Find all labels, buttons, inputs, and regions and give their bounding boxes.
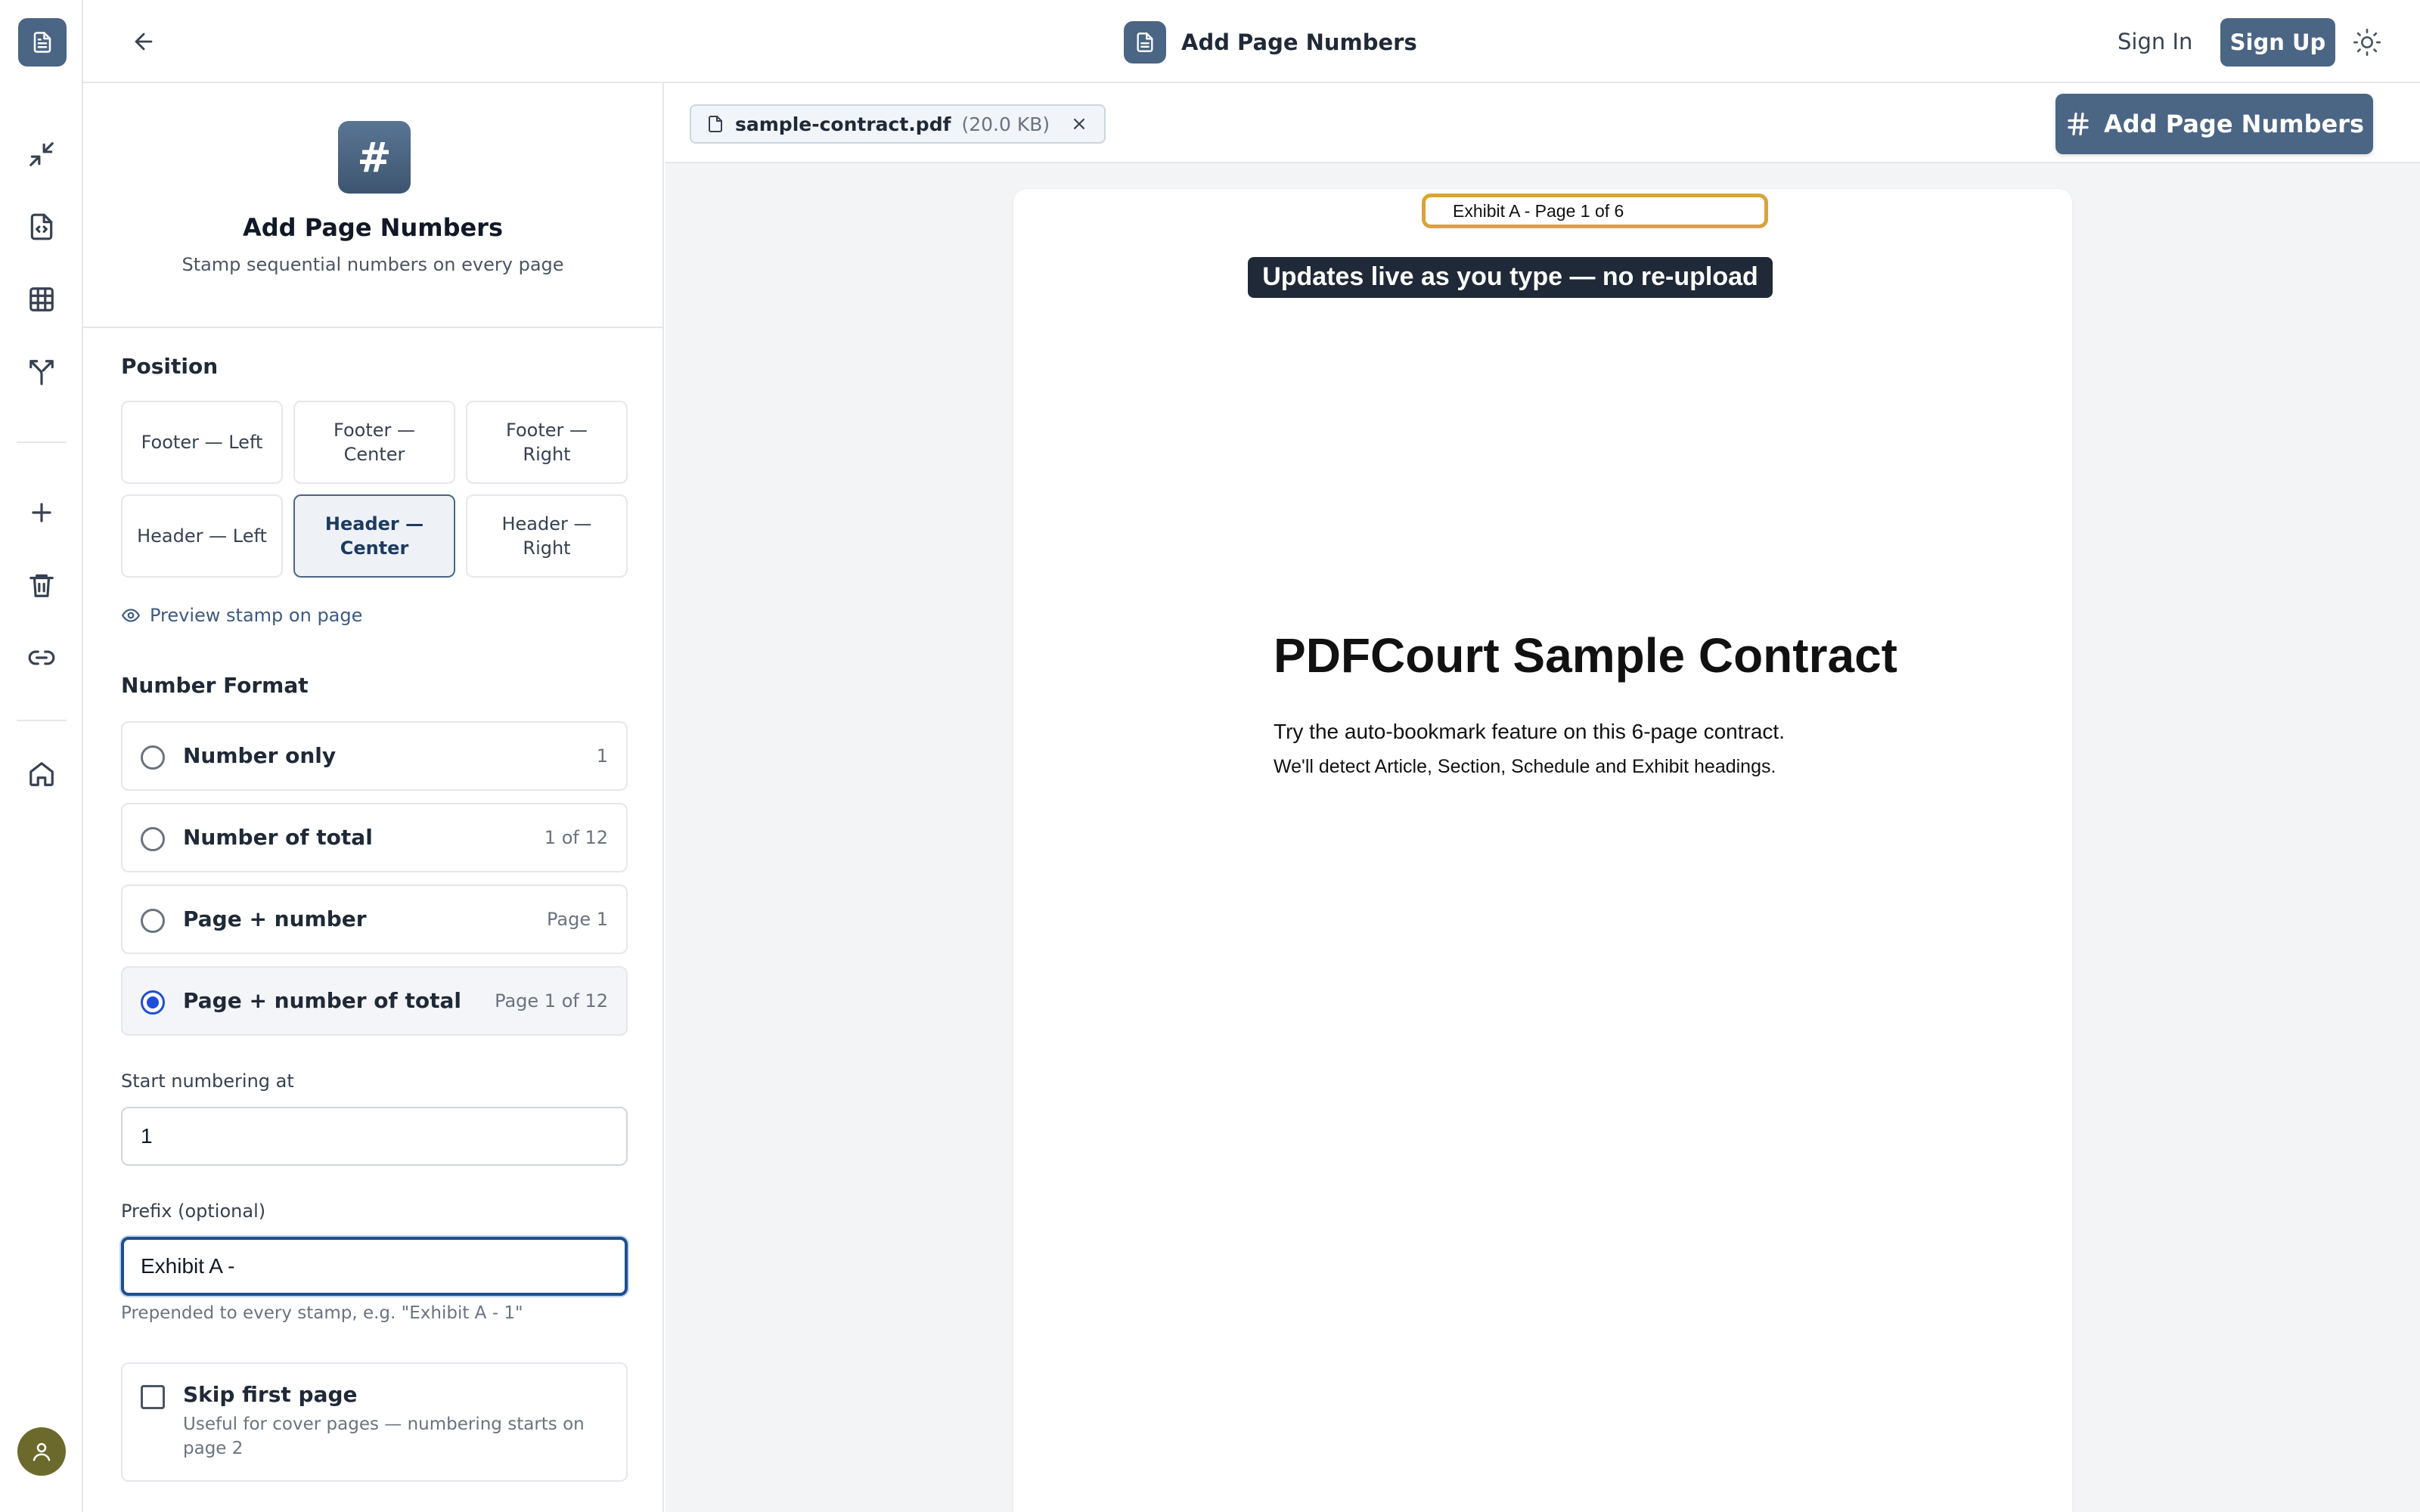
position-footer-center[interactable]: Footer — Center [293, 401, 455, 484]
eye-icon [122, 609, 140, 622]
pdf-page-preview: Exhibit A - Page 1 of 6 Updates live as … [1013, 189, 2072, 1512]
close-icon[interactable]: × [1071, 113, 1087, 135]
format-option-page-number-of-total[interactable]: Page + number of total Page 1 of 12 [121, 966, 628, 1036]
format-option-example: Page 1 of 12 [495, 990, 608, 1012]
document-text-line: We'll detect Article, Section, Schedule … [1274, 756, 1776, 777]
panel-subtitle: Stamp sequential numbers on every page [182, 254, 564, 275]
home-icon [29, 762, 54, 786]
file-size: (20.0 KB) [961, 113, 1050, 135]
document-title: PDFCourt Sample Contract [1274, 628, 1897, 683]
file-bar: sample-contract.pdf (20.0 KB) × Add Page… [666, 83, 2420, 163]
prefix-help-text: Prepended to every stamp, e.g. "Exhibit … [121, 1303, 523, 1323]
user-icon [33, 1442, 51, 1461]
position-footer-left[interactable]: Footer — Left [121, 401, 283, 484]
format-option-number-only[interactable]: Number only 1 [121, 721, 628, 791]
back-button[interactable] [126, 23, 162, 60]
radio-button[interactable] [141, 745, 165, 770]
add-page-numbers-label: Add Page Numbers [2104, 110, 2364, 138]
preview-stamp-link[interactable]: Preview stamp on page [121, 602, 362, 629]
live-update-tooltip: Updates live as you type — no re-upload [1248, 257, 1773, 298]
prefix-label: Prefix (optional) [121, 1201, 266, 1222]
format-option-page-number[interactable]: Page + number Page 1 [121, 885, 628, 954]
file-code-icon [30, 213, 53, 240]
rail-compress-button[interactable] [23, 136, 60, 172]
number-format-label: Number Format [121, 673, 309, 698]
hash-icon: # [338, 121, 411, 194]
rail-home-button[interactable] [23, 756, 60, 792]
start-number-label: Start numbering at [121, 1070, 294, 1092]
theme-toggle-button[interactable] [2347, 23, 2387, 62]
file-name: sample-contract.pdf [735, 113, 951, 135]
arrow-left-icon [135, 33, 153, 51]
add-page-numbers-button[interactable]: Add Page Numbers [2055, 94, 2373, 154]
rail-divider [17, 720, 67, 721]
table-icon [29, 287, 54, 311]
format-option-label: Page + number of total [183, 988, 461, 1013]
format-option-label: Number of total [183, 825, 373, 850]
plus-icon [32, 503, 51, 522]
sun-icon [2353, 29, 2381, 56]
sign-up-button[interactable]: Sign Up [2220, 18, 2335, 67]
app-logo[interactable] [18, 18, 67, 67]
preview-stamp-label: Preview stamp on page [150, 605, 363, 626]
start-number-input[interactable] [121, 1107, 628, 1166]
panel-header: # Add Page Numbers Stamp sequential numb… [83, 83, 662, 328]
document-text-line: Try the auto-bookmark feature on this 6-… [1274, 720, 1785, 743]
page-title-text: Add Page Numbers [1181, 29, 1417, 55]
file-text-icon [1137, 33, 1153, 52]
position-footer-right[interactable]: Footer — Right [466, 401, 628, 484]
rail-split-button[interactable] [23, 354, 60, 390]
hash-icon [2068, 112, 2089, 136]
skip-first-page-card[interactable]: Skip first page Useful for cover pages —… [121, 1362, 628, 1482]
left-rail [0, 0, 83, 1512]
prefix-input[interactable] [121, 1237, 628, 1296]
file-icon [709, 116, 722, 132]
radio-button[interactable] [141, 909, 165, 933]
compress-icon [29, 142, 54, 166]
page-number-stamp: Exhibit A - Page 1 of 6 [1422, 194, 1768, 228]
radio-button[interactable] [141, 827, 165, 851]
rail-link-button[interactable] [23, 640, 60, 676]
file-chip: sample-contract.pdf (20.0 KB) × [690, 104, 1106, 144]
trash-icon [29, 574, 54, 597]
top-bar: Add Page Numbers Sign In Sign Up [83, 0, 2420, 83]
position-header-left[interactable]: Header — Left [121, 494, 283, 578]
position-label: Position [121, 354, 219, 379]
rail-delete-button[interactable] [23, 567, 60, 603]
format-option-number-of-total[interactable]: Number of total 1 of 12 [121, 803, 628, 872]
rail-file-code-button[interactable] [23, 209, 60, 245]
settings-panel: # Add Page Numbers Stamp sequential numb… [83, 83, 664, 1512]
format-option-label: Number only [183, 743, 337, 768]
tool-icon-badge [1124, 21, 1166, 64]
position-grid: Footer — Left Footer — Center Footer — R… [121, 401, 628, 578]
panel-title: Add Page Numbers [243, 213, 503, 242]
sign-in-link[interactable]: Sign In [2118, 24, 2192, 59]
position-header-right[interactable]: Header — Right [466, 494, 628, 578]
rail-divider [17, 442, 67, 443]
skip-first-page-description: Useful for cover pages — numbering start… [183, 1414, 585, 1458]
avatar[interactable] [17, 1427, 66, 1476]
format-option-example: Page 1 [547, 909, 608, 930]
format-option-example: 1 of 12 [544, 827, 608, 848]
file-text-icon [33, 32, 51, 53]
preview-area: sample-contract.pdf (20.0 KB) × Add Page… [666, 83, 2420, 1512]
rail-table-button[interactable] [23, 281, 60, 318]
link-icon [28, 650, 55, 665]
position-header-center[interactable]: Header — Center [293, 494, 455, 578]
skip-first-page-checkbox[interactable] [141, 1385, 165, 1409]
format-option-label: Page + number [183, 906, 367, 931]
format-option-example: 1 [596, 745, 608, 767]
skip-first-page-label: Skip first page [183, 1382, 358, 1407]
radio-button-selected[interactable] [141, 990, 165, 1015]
split-icon [29, 360, 54, 386]
page-title: Add Page Numbers [1124, 21, 1417, 64]
rail-add-button[interactable] [23, 494, 60, 531]
